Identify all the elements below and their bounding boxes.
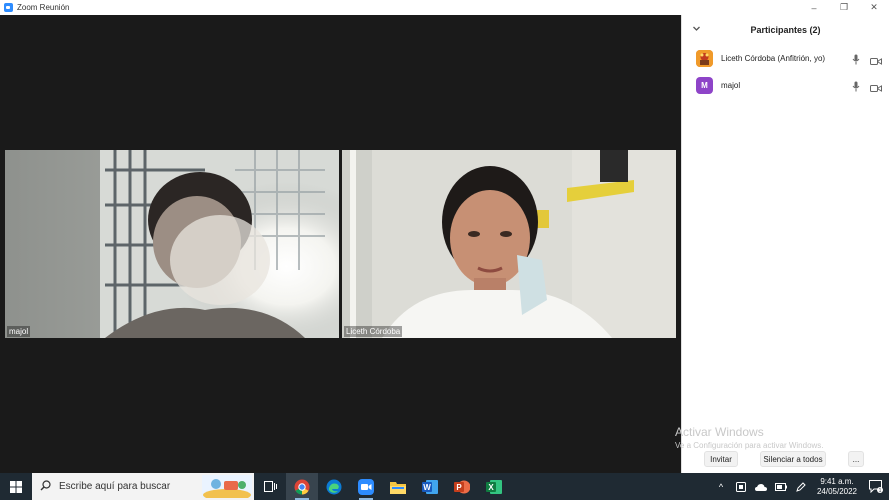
activate-windows-watermark: Activar Windows [675,425,764,439]
video-tile-liceth[interactable]: Liceth Córdoba [342,150,676,338]
search-placeholder: Escribe aquí para buscar [59,481,171,492]
file-explorer-icon[interactable] [382,473,414,500]
edge-icon[interactable] [318,473,350,500]
svg-text:X: X [488,483,494,492]
windows-taskbar: Escribe aquí para buscar W P X ^ 9:41 a.… [0,473,889,500]
taskbar-clock[interactable]: 9:41 a.m. 24/05/2022 [811,477,863,497]
clock-time: 9:41 a.m. [820,476,854,486]
participants-title: Participantes (2) [750,25,821,35]
meet-now-icon[interactable] [731,473,751,500]
video-icon[interactable] [870,80,882,98]
title-bar: Zoom Reunión – ❐ ✕ [0,0,889,15]
close-button[interactable]: ✕ [859,0,889,15]
participant-name: Liceth Córdoba (Anfitrión, yo) [721,53,826,63]
video-feed-liceth [342,150,676,338]
more-options-button[interactable]: ... [848,451,864,467]
video-gallery: majol Liceth Córdoba [0,15,681,473]
video-icon[interactable] [870,53,882,71]
mic-icon[interactable] [852,79,860,97]
mic-icon[interactable] [852,52,860,70]
window-controls: – ❐ ✕ [799,0,889,15]
start-button[interactable] [0,473,32,500]
task-view-icon[interactable] [254,473,286,500]
word-icon[interactable]: W [414,473,446,500]
tile-name-majol: majol [7,326,31,337]
participants-footer: Invitar Silenciar a todos ... [682,451,889,467]
zoom-icon[interactable] [350,473,382,500]
participant-row-liceth[interactable]: Liceth Córdoba (Anfitrión, yo) [696,49,886,67]
windows-logo-icon [10,480,22,493]
onedrive-icon[interactable] [751,473,771,500]
svg-text:P: P [456,483,462,492]
svg-text:1: 1 [879,488,882,493]
clock-date: 24/05/2022 [816,486,858,496]
avatar-majol: M [696,76,713,94]
activate-windows-subtext: Ve a Configuración para activar Windows. [675,441,824,450]
minimize-button[interactable]: – [799,0,829,15]
participant-name: majol [721,80,741,90]
participants-panel: Participantes (2) Liceth Córdoba (Anfitr… [675,15,889,473]
taskbar-search[interactable]: Escribe aquí para buscar [32,473,254,500]
chrome-icon[interactable] [286,473,318,500]
search-highlight-icon [202,475,252,500]
notification-center-icon[interactable]: 1 [863,473,889,500]
excel-icon[interactable]: X [478,473,510,500]
participants-header: Participantes (2) [682,15,889,45]
tile-name-liceth: Liceth Córdoba [344,326,403,337]
battery-icon[interactable] [771,473,791,500]
mute-all-button[interactable]: Silenciar a todos [760,451,826,467]
avatar-liceth [696,49,713,67]
window-title: Zoom Reunión [17,3,70,12]
restore-button[interactable]: ❐ [829,0,859,15]
zoom-app-icon [4,3,13,12]
svg-text:W: W [423,483,431,492]
invite-button[interactable]: Invitar [704,451,738,467]
powerpoint-icon[interactable]: P [446,473,478,500]
participant-row-majol[interactable]: M majol [696,76,886,94]
video-feed-majol [5,150,339,338]
system-tray: ^ 9:41 a.m. 24/05/2022 1 [711,473,889,500]
video-tile-majol[interactable]: majol [5,150,339,338]
collapse-chevron-icon[interactable] [692,24,701,35]
tray-chevron-icon[interactable]: ^ [711,473,731,500]
pen-icon[interactable] [791,473,811,500]
search-icon [40,478,51,496]
